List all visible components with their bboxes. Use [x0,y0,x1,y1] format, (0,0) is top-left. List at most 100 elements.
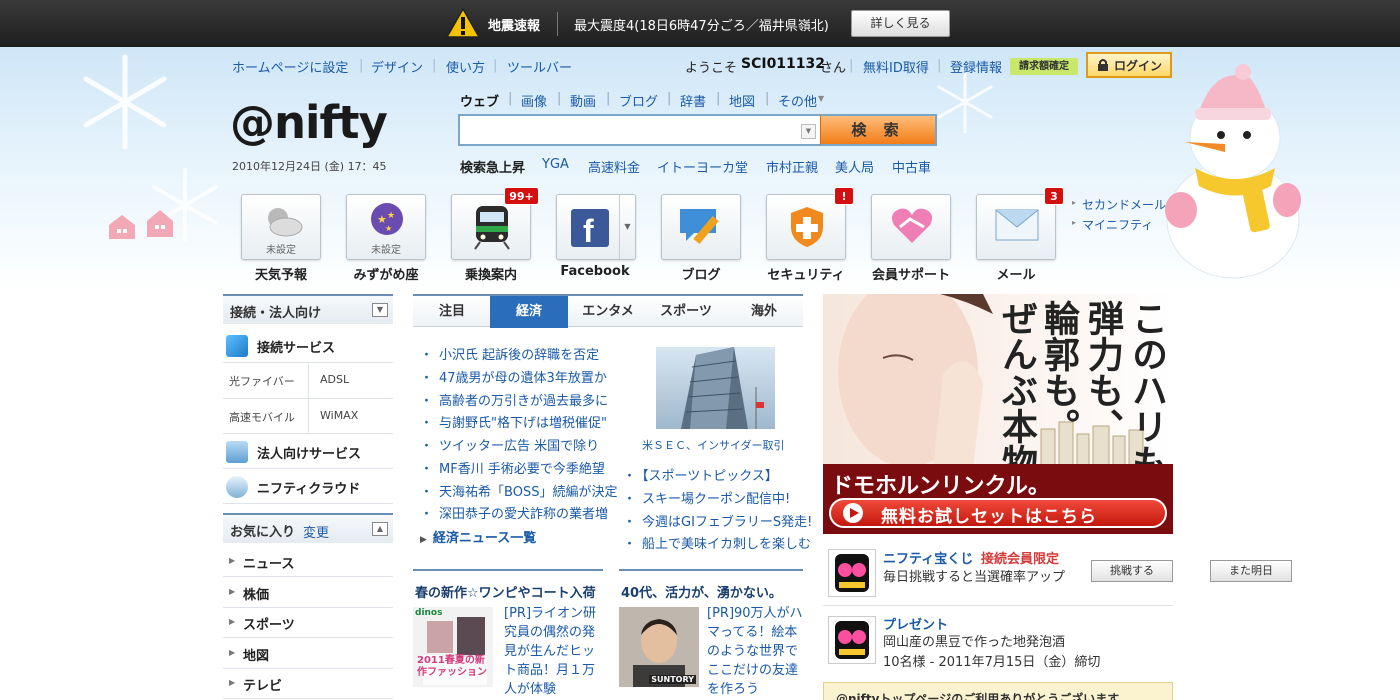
bullet-icon: ・ [420,439,434,454]
adsl-link[interactable]: ADSL [320,373,349,386]
support-tile[interactable] [871,194,951,260]
alert-details-button[interactable]: 詳しく見る [851,10,950,37]
design-link[interactable]: デザイン [371,57,423,76]
news-item[interactable]: ・与謝野氏"格下げは増税催促" [420,412,607,431]
present-icon[interactable] [828,616,876,664]
alert-title: 地震速報 [488,19,541,34]
favorites-edit-link[interactable]: 変更 [303,522,329,541]
mail-label[interactable]: メール [966,264,1066,283]
search-tab-dictionary[interactable]: 辞書 [680,91,706,110]
topic-item[interactable]: ・スキー場クーポン配信中! [623,488,790,507]
challenge-button[interactable]: 挑戦する [1091,560,1173,582]
chevron-down-icon[interactable]: ▼ [818,94,824,103]
fashion-thumbnail[interactable]: dinos 2011春夏の新作ファッション [413,607,493,687]
trending-item[interactable]: 美人局 [835,157,874,176]
mail-badge: 3 [1044,187,1064,205]
pr-header-left[interactable]: 春の新作☆ワンピやコート入荷 [413,569,603,601]
favorite-item[interactable]: ▶ テレビ [223,668,393,699]
pr-ad-right[interactable]: [PR]90万人がハマってる！絵本のような世界でここだけの友達を作ろう [707,604,803,699]
ad-cta-button[interactable]: 無料お試しセットはこちら [829,498,1167,528]
pr-header-right[interactable]: 40代、活力が、湧かない。 [619,569,803,601]
photo-caption[interactable]: 米ＳＥＣ、インサイダー取引 [642,437,785,453]
news-item[interactable]: ・天海祐希「BOSS」続編が決定 [420,481,617,500]
search-tab-image[interactable]: 画像 [521,91,547,110]
pr-ad-left[interactable]: [PR]ライオン研究員の偶然の発見が生んだヒット商品！月１万人が体験 [504,604,602,699]
billing-badge[interactable]: 請求額確定 [1010,58,1078,75]
trending-item[interactable]: イトーヨーカ堂 [657,157,748,176]
news-tab-featured[interactable]: 注目 [413,296,491,328]
news-item[interactable]: ・高齢者の万引きが過去最多に [420,390,608,409]
weather-tile[interactable]: 未設定 [241,194,321,260]
search-tab-web[interactable]: ウェブ [460,91,499,110]
favorite-item[interactable]: ▶ 株価 [223,577,393,608]
topic-item[interactable]: ・今週はGIフェブラリーS発走! [623,511,812,530]
registration-info-link[interactable]: 登録情報 [950,57,1002,76]
domohornwrinkle-ad[interactable]: このハリも、 弾力も、 輪郭も。 ぜんぶ本物。 ドモホルンリンクル。 無料お試し… [823,294,1173,534]
facebook-menu-icon[interactable]: ▼ [619,195,635,259]
nifty-logo[interactable]: @nifty [230,96,388,149]
set-homepage-link[interactable]: ホームページに設定 [232,57,348,76]
horoscope-tile[interactable]: ★ ★ ★ 未設定 [346,194,426,260]
my-nifty-link[interactable]: マイニフティ [1082,216,1153,233]
lottery-title[interactable]: ニフティ宝くじ [883,548,973,567]
second-mail-link[interactable]: セカンドメール [1082,196,1166,213]
news-photo[interactable] [656,347,775,429]
news-tab-entertainment[interactable]: エンタメ [569,296,647,328]
connect-service-link[interactable]: 接続サービス [223,328,393,363]
trending-item[interactable]: 市村正親 [766,157,818,176]
search-tab-map[interactable]: 地図 [729,91,755,110]
collapse-up-icon[interactable]: ▲ [372,522,388,536]
cloud-link[interactable]: ニフティクラウド [223,469,393,504]
horoscope-label[interactable]: みずがめ座 [336,264,436,283]
row-divider [308,399,309,433]
alert-message[interactable]: 最大震度4(18日6時47分ごろ／福井県嶺北) [574,15,829,34]
collapse-icon[interactable]: ▼ [372,303,388,317]
horoscope-status: 未設定 [371,245,401,256]
security-label[interactable]: セキュリティ [756,264,856,283]
toolbar-link[interactable]: ツールバー [507,57,572,76]
search-tab-other[interactable]: その他 [778,91,817,110]
fiber-link[interactable]: 光ファイバー [229,373,295,389]
lottery-icon[interactable] [828,549,876,597]
login-button[interactable]: ログイン [1086,52,1172,78]
economy-news-list-link[interactable]: ▶ 経済ニュース一覧 [420,527,536,546]
play-icon [843,503,863,523]
corp-service-link[interactable]: 法人向けサービス [223,434,393,469]
search-history-dropdown-icon[interactable]: ▼ [801,124,816,139]
weather-label[interactable]: 天気予報 [231,264,331,283]
topic-item[interactable]: ・【スポーツトピックス】 [623,465,778,484]
search-tab-blog[interactable]: ブログ [619,91,658,110]
news-item[interactable]: ・ツイッター広告 米国で除り [420,435,599,454]
trending-item[interactable]: YGA [542,157,569,172]
news-item[interactable]: ・小沢氏 起訴後の辞職を否定 [420,344,599,363]
favorite-item[interactable]: ▶ ニュース [223,546,393,577]
blog-tile[interactable] [661,194,741,260]
favorite-item[interactable]: ▶ スポーツ [223,607,393,638]
topic-item[interactable]: ・船上で美味イカ刺しを楽しむ [623,533,811,552]
mobile-link[interactable]: 高速モバイル [229,409,295,425]
how-to-use-link[interactable]: 使い方 [446,57,485,76]
news-item[interactable]: ・深田恭子の愛犬詐称の業者増 [420,503,608,522]
news-item[interactable]: ・ 47歳男が母の遺体3年放置か [420,367,607,386]
search-tab-video[interactable]: 動画 [570,91,596,110]
blog-label[interactable]: ブログ [651,264,751,283]
bullet-icon: ・ [420,371,434,386]
wimax-link[interactable]: WiMAX [320,409,358,422]
search-input[interactable]: ▼ [458,114,820,146]
tomorrow-button[interactable]: また明日 [1210,560,1292,582]
trending-item[interactable]: 高速料金 [588,157,640,176]
facebook-label[interactable]: Facebook [545,264,645,279]
trending-item[interactable]: 中古車 [892,157,931,176]
news-tab-sports[interactable]: スポーツ [647,296,725,328]
search-button[interactable]: 検 索 [820,114,937,146]
free-id-link[interactable]: 無料ID取得 [863,57,929,76]
facebook-tile[interactable]: f ▼ [556,194,636,260]
arrow-icon: ▶ [229,678,236,687]
favorite-item[interactable]: ▶ 地図 [223,638,393,669]
support-label[interactable]: 会員サポート [861,264,961,283]
train-label[interactable]: 乗換案内 [441,264,541,283]
news-item[interactable]: ・ MF香川 手術必要で今季絶望 [420,458,605,477]
actor-thumbnail[interactable]: SUNTORY [619,607,699,687]
news-tab-world[interactable]: 海外 [725,296,803,328]
news-tab-economy[interactable]: 経済 [490,296,568,328]
